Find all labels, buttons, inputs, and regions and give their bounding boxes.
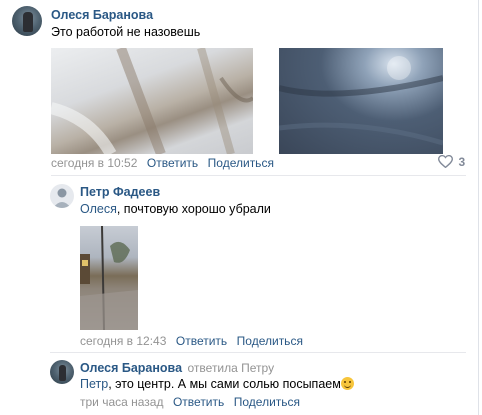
comment1-meta: сегодня в 12:43 Ответить Поделиться xyxy=(80,334,303,348)
comment2-mention[interactable]: Петр xyxy=(80,377,108,391)
post-like-button[interactable]: 3 xyxy=(438,154,466,169)
ice-texture xyxy=(279,56,443,146)
comment2-reply-button[interactable]: Ответить xyxy=(173,395,224,409)
post-photo-snow[interactable] xyxy=(51,48,253,154)
comment1-text-rest: , почтовую хорошо убрали xyxy=(116,202,271,216)
comment1-reply-button[interactable]: Ответить xyxy=(176,334,227,348)
comment1-text: Олеся, почтовую хорошо убрали xyxy=(80,202,271,216)
comment1-author[interactable]: Петр Фадеев xyxy=(80,185,160,199)
post-divider xyxy=(51,175,466,176)
comment2-time[interactable]: три часа назад xyxy=(80,395,163,409)
panel-right-border xyxy=(478,0,479,415)
post-reply-button[interactable]: Ответить xyxy=(147,156,198,170)
street-texture xyxy=(80,226,138,330)
comment2-header: Олеся Баранова ответила Петру xyxy=(80,361,274,375)
post-share-button[interactable]: Поделиться xyxy=(208,156,274,170)
post-author[interactable]: Олеся Баранова xyxy=(51,8,153,22)
post-photo-ice[interactable] xyxy=(279,48,443,154)
grinning-emoji-icon xyxy=(340,377,354,390)
avatar-petr-image xyxy=(53,188,71,208)
post-text: Это работой не назовешь xyxy=(51,25,201,39)
post-like-count: 3 xyxy=(458,155,466,169)
snow-texture xyxy=(51,48,253,154)
comment2-share-button[interactable]: Поделиться xyxy=(234,395,300,409)
comment2-replied-to[interactable]: ответила Петру xyxy=(188,361,275,375)
avatar-petr[interactable] xyxy=(50,184,74,208)
post-meta: сегодня в 10:52 Ответить Поделиться xyxy=(51,156,274,170)
comment1-photo-street[interactable] xyxy=(80,226,138,330)
comment1-mention[interactable]: Олеся xyxy=(80,202,117,216)
comment2-text: Петр, это центр. А мы сами солью посыпае… xyxy=(80,377,354,391)
comment1-time[interactable]: сегодня в 12:43 xyxy=(80,334,166,348)
comment2-text-rest: , это центр. А мы сами солью посыпаем xyxy=(108,377,341,391)
comment1-divider xyxy=(50,352,466,353)
comment2-author[interactable]: Олеся Баранова xyxy=(80,361,182,375)
avatar-olesya-small[interactable] xyxy=(50,360,74,384)
comment2-meta: три часа назад Ответить Поделиться xyxy=(80,395,300,409)
avatar-olesya[interactable] xyxy=(12,6,42,36)
post-time[interactable]: сегодня в 10:52 xyxy=(51,156,137,170)
comment1-share-button[interactable]: Поделиться xyxy=(237,334,303,348)
heart-icon xyxy=(438,154,453,169)
